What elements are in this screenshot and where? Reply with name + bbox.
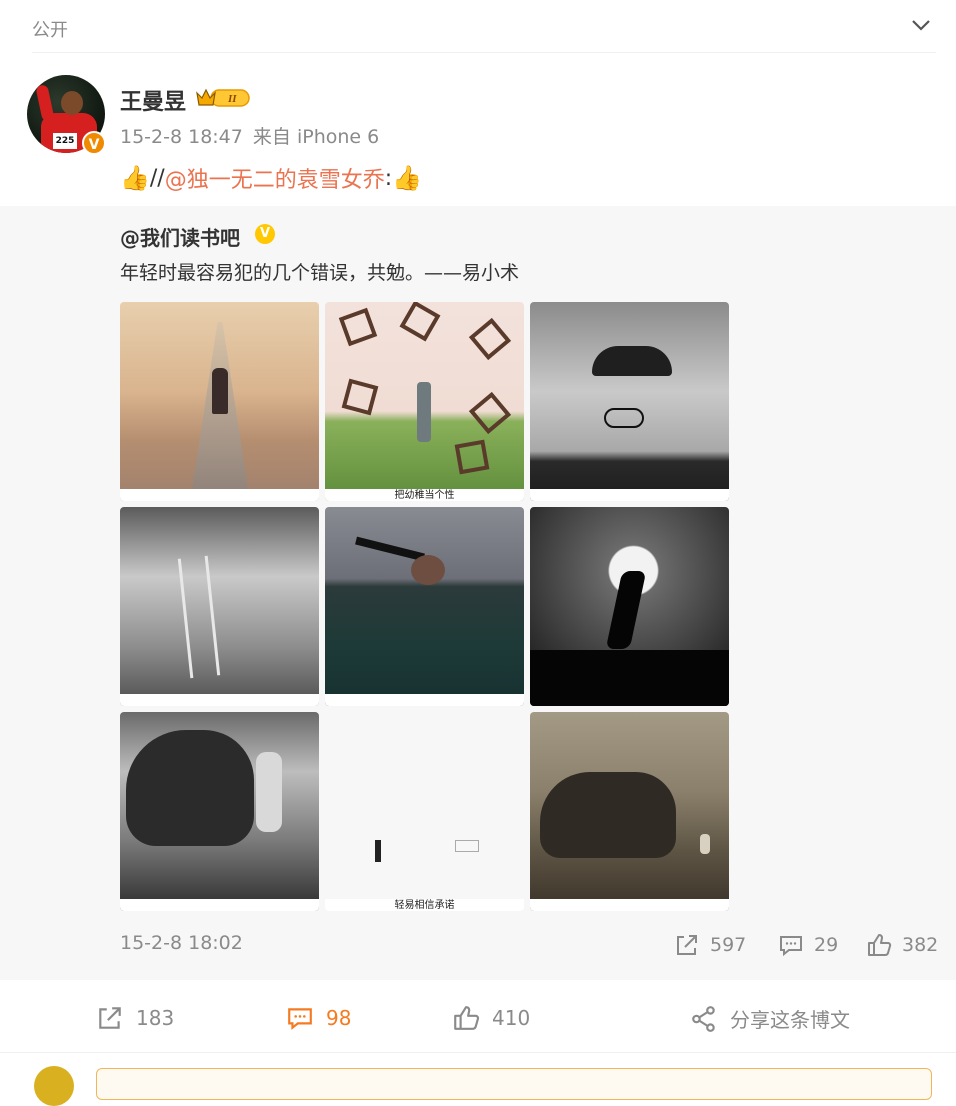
- repost-icon: [99, 1007, 121, 1029]
- repost-author[interactable]: @我们读书吧: [120, 222, 240, 251]
- verified-badge: V: [82, 131, 106, 155]
- comment-count: 98: [326, 1006, 352, 1030]
- photo-thumbnail[interactable]: 把幼稚当个性: [325, 302, 524, 501]
- commenter-avatar[interactable]: [34, 1066, 74, 1106]
- photo-thumbnail[interactable]: [120, 507, 319, 706]
- photo-thumbnail[interactable]: 轻易相信承诺: [325, 712, 524, 911]
- post-time[interactable]: 15-2-8 18:47: [120, 126, 243, 148]
- verified-yellow-icon: V: [255, 224, 275, 244]
- photo-thumbnail[interactable]: [120, 302, 319, 501]
- share-button[interactable]: 分享这条博文: [690, 1004, 850, 1033]
- action-bar: 183 98 410 分享这条博文: [0, 980, 956, 1053]
- share-label: 分享这条博文: [730, 1008, 850, 1032]
- photo-caption: 把幼稚当个性: [325, 489, 524, 501]
- comment-input-box[interactable]: [96, 1068, 932, 1100]
- repost-text: 年轻时最容易犯的几个错误，共勉。——易小术: [120, 262, 520, 284]
- like-icon: [868, 934, 892, 956]
- chevron-down-icon[interactable]: [910, 14, 932, 36]
- like-count: 410: [492, 1006, 531, 1030]
- post-source: 来自 iPhone 6: [252, 126, 380, 148]
- repost-repost-button[interactable]: 597: [674, 932, 746, 958]
- post-text-suffix: :: [384, 165, 393, 191]
- visibility-bar: 公开: [32, 0, 936, 53]
- thumbs-up-emoji-icon: 👍: [120, 164, 150, 192]
- thumbs-up-emoji-icon: 👍: [392, 164, 423, 192]
- post-meta: 15-2-8 18:47 来自 iPhone 6: [120, 122, 383, 149]
- share-icon: [692, 1005, 715, 1032]
- like-icon: [454, 1006, 480, 1030]
- visibility-label: 公开: [32, 20, 68, 41]
- comment-button[interactable]: 98: [286, 1004, 351, 1032]
- photo-thumbnail[interactable]: [325, 507, 524, 706]
- avatar-bib-number: 225: [53, 133, 77, 149]
- repost-repost-count: 597: [710, 934, 747, 956]
- photo-thumbnail[interactable]: [530, 712, 729, 911]
- repost-footer: 15-2-8 18:02 597 29 382: [120, 932, 938, 958]
- repost-like-button[interactable]: 382: [866, 932, 938, 958]
- photo-caption: [530, 899, 729, 911]
- photo-thumbnail[interactable]: [530, 507, 729, 706]
- repost-comment-button[interactable]: 29: [778, 932, 838, 958]
- photo-caption: [120, 899, 319, 911]
- photo-caption: [530, 489, 729, 501]
- repost-time[interactable]: 15-2-8 18:02: [120, 932, 243, 954]
- repost-like-count: 382: [902, 934, 939, 956]
- photo-thumbnail[interactable]: [530, 302, 729, 501]
- repost-icon: [677, 935, 697, 955]
- mention-link[interactable]: @独一无二的袁雪女乔: [165, 162, 385, 194]
- like-button[interactable]: 410: [452, 1004, 530, 1032]
- repost-count: 183: [136, 1006, 175, 1030]
- username[interactable]: 王曼昱: [120, 84, 186, 116]
- photo-caption: [325, 694, 524, 706]
- photo-caption: [530, 694, 729, 706]
- photo-caption: 轻易相信承诺: [325, 899, 524, 911]
- comment-icon: [288, 1008, 312, 1030]
- image-grid: 把幼稚当个性 轻易相信承诺: [120, 302, 730, 911]
- comment-icon: [780, 936, 802, 957]
- vip-level-label: II: [227, 93, 237, 105]
- post-text-prefix: //: [149, 165, 165, 191]
- photo-caption: [120, 694, 319, 706]
- repost-button[interactable]: 183: [96, 1004, 174, 1032]
- post-text: 👍 // @独一无二的袁雪女乔 : 👍: [120, 162, 422, 194]
- photo-thumbnail[interactable]: [120, 712, 319, 911]
- photo-caption: [120, 489, 319, 501]
- vip-crown-icon[interactable]: II: [195, 87, 251, 109]
- reposted-weibo[interactable]: @我们读书吧 V 年轻时最容易犯的几个错误，共勉。——易小术 把幼稚当个性 轻易…: [0, 206, 956, 980]
- repost-comment-count: 29: [814, 934, 839, 956]
